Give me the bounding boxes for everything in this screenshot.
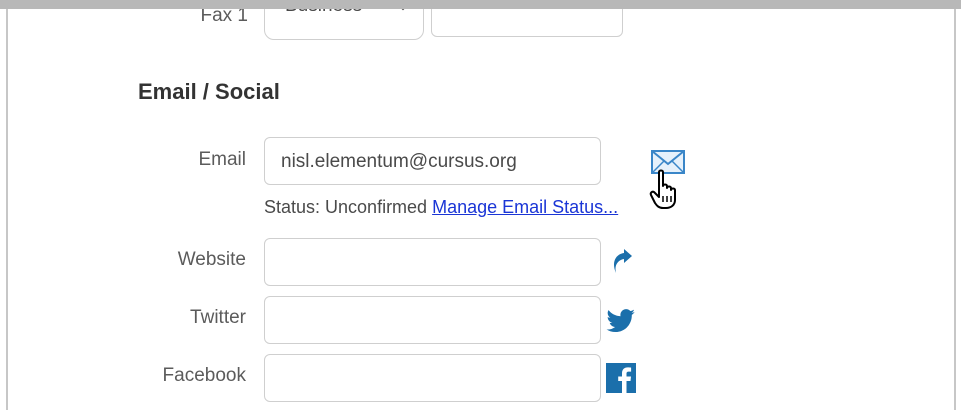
twitter-input[interactable] [264,296,601,344]
twitter-bird-icon[interactable] [606,309,636,333]
fax-type-value: Business [285,9,362,17]
twitter-label: Twitter [190,307,246,328]
hand-pointer-cursor-icon [649,169,676,209]
fax-number-input[interactable] [431,9,623,37]
facebook-label: Facebook [162,365,246,386]
chevron-down-icon [401,9,405,11]
fax-label: Fax 1 [200,9,248,26]
facebook-input[interactable] [264,354,601,402]
fax-type-select[interactable]: Business [264,9,424,40]
window-top-border [0,0,961,9]
section-title: Email / Social [138,79,280,104]
manage-email-status-link[interactable]: Manage Email Status... [432,197,618,217]
email-status-text: Status: Unconfirmed [264,197,428,217]
email-label: Email [198,149,246,170]
email-status: Status: Unconfirmed Manage Email Status.… [264,197,618,218]
website-label: Website [177,249,246,270]
facebook-icon[interactable] [606,363,636,393]
window-right-border [954,9,956,410]
contact-form: Fax 1 Business Email / Social Email nisl… [8,9,954,410]
email-value: nisl.elementum@cursus.org [281,151,517,172]
arrow-up-right-icon[interactable] [610,249,634,275]
website-input[interactable] [264,238,601,286]
email-input[interactable]: nisl.elementum@cursus.org [264,137,601,185]
